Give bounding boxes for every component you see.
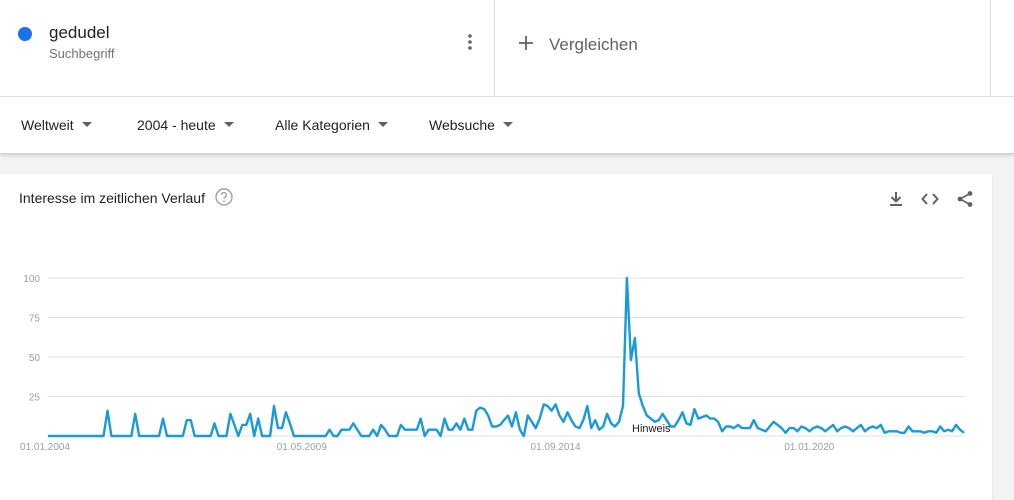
search-term-name[interactable]: gedudel bbox=[49, 23, 110, 43]
filter-search-type-label: Websuche bbox=[429, 117, 495, 133]
plus-icon bbox=[519, 36, 533, 50]
code-icon[interactable] bbox=[920, 189, 940, 209]
chevron-down-icon bbox=[223, 121, 234, 127]
download-icon[interactable] bbox=[886, 189, 906, 209]
filter-category-label: Alle Kategorien bbox=[275, 117, 370, 133]
help-circle-icon[interactable] bbox=[215, 188, 233, 206]
compare-label: Vergleichen bbox=[549, 35, 638, 54]
filter-time-dropdown[interactable]: 2004 - heute bbox=[137, 117, 234, 133]
trend-line-chart: 25 50 75 100 01.01.2004 01.05.2009 01.09.2014 0… bbox=[20, 274, 965, 453]
filter-region-label: Weltweit bbox=[21, 117, 74, 133]
more-vert-icon[interactable] bbox=[462, 32, 478, 52]
filter-bar: Weltweit 2004 - heute Alle Kategorien We… bbox=[0, 97, 1014, 154]
chart-note-label[interactable]: Hinweis bbox=[632, 423, 671, 435]
term-color-indicator bbox=[18, 27, 32, 41]
x-tick-label: 01.01.2020 bbox=[784, 442, 834, 453]
x-tick-label: 01.01.2004 bbox=[20, 442, 70, 453]
x-tick-label: 01.09.2014 bbox=[531, 442, 581, 453]
search-header: gedudel Suchbegriff Vergleichen bbox=[0, 0, 1014, 97]
y-tick-label: 75 bbox=[29, 314, 41, 325]
y-tick-label: 50 bbox=[29, 353, 41, 364]
filter-region-dropdown[interactable]: Weltweit bbox=[21, 117, 92, 133]
y-tick-label: 100 bbox=[23, 274, 40, 285]
x-tick-label: 01.05.2009 bbox=[277, 442, 327, 453]
chevron-down-icon bbox=[377, 121, 388, 127]
chevron-down-icon bbox=[502, 121, 513, 127]
filter-search-type-dropdown[interactable]: Websuche bbox=[429, 117, 513, 133]
filter-time-label: 2004 - heute bbox=[137, 117, 216, 133]
share-icon[interactable] bbox=[955, 189, 975, 209]
y-tick-label: 25 bbox=[29, 393, 41, 404]
chart-title: Interesse im zeitlichen Verlauf bbox=[19, 190, 205, 206]
chevron-down-icon bbox=[81, 121, 92, 127]
search-term-card[interactable]: gedudel Suchbegriff bbox=[0, 0, 495, 97]
interest-over-time-card: Interesse im zeitlichen Verlauf 25 50 75 10… bbox=[0, 174, 992, 500]
search-term-subtitle: Suchbegriff bbox=[49, 46, 115, 61]
filter-category-dropdown[interactable]: Alle Kategorien bbox=[275, 117, 388, 133]
compare-button[interactable]: Vergleichen bbox=[496, 0, 991, 97]
